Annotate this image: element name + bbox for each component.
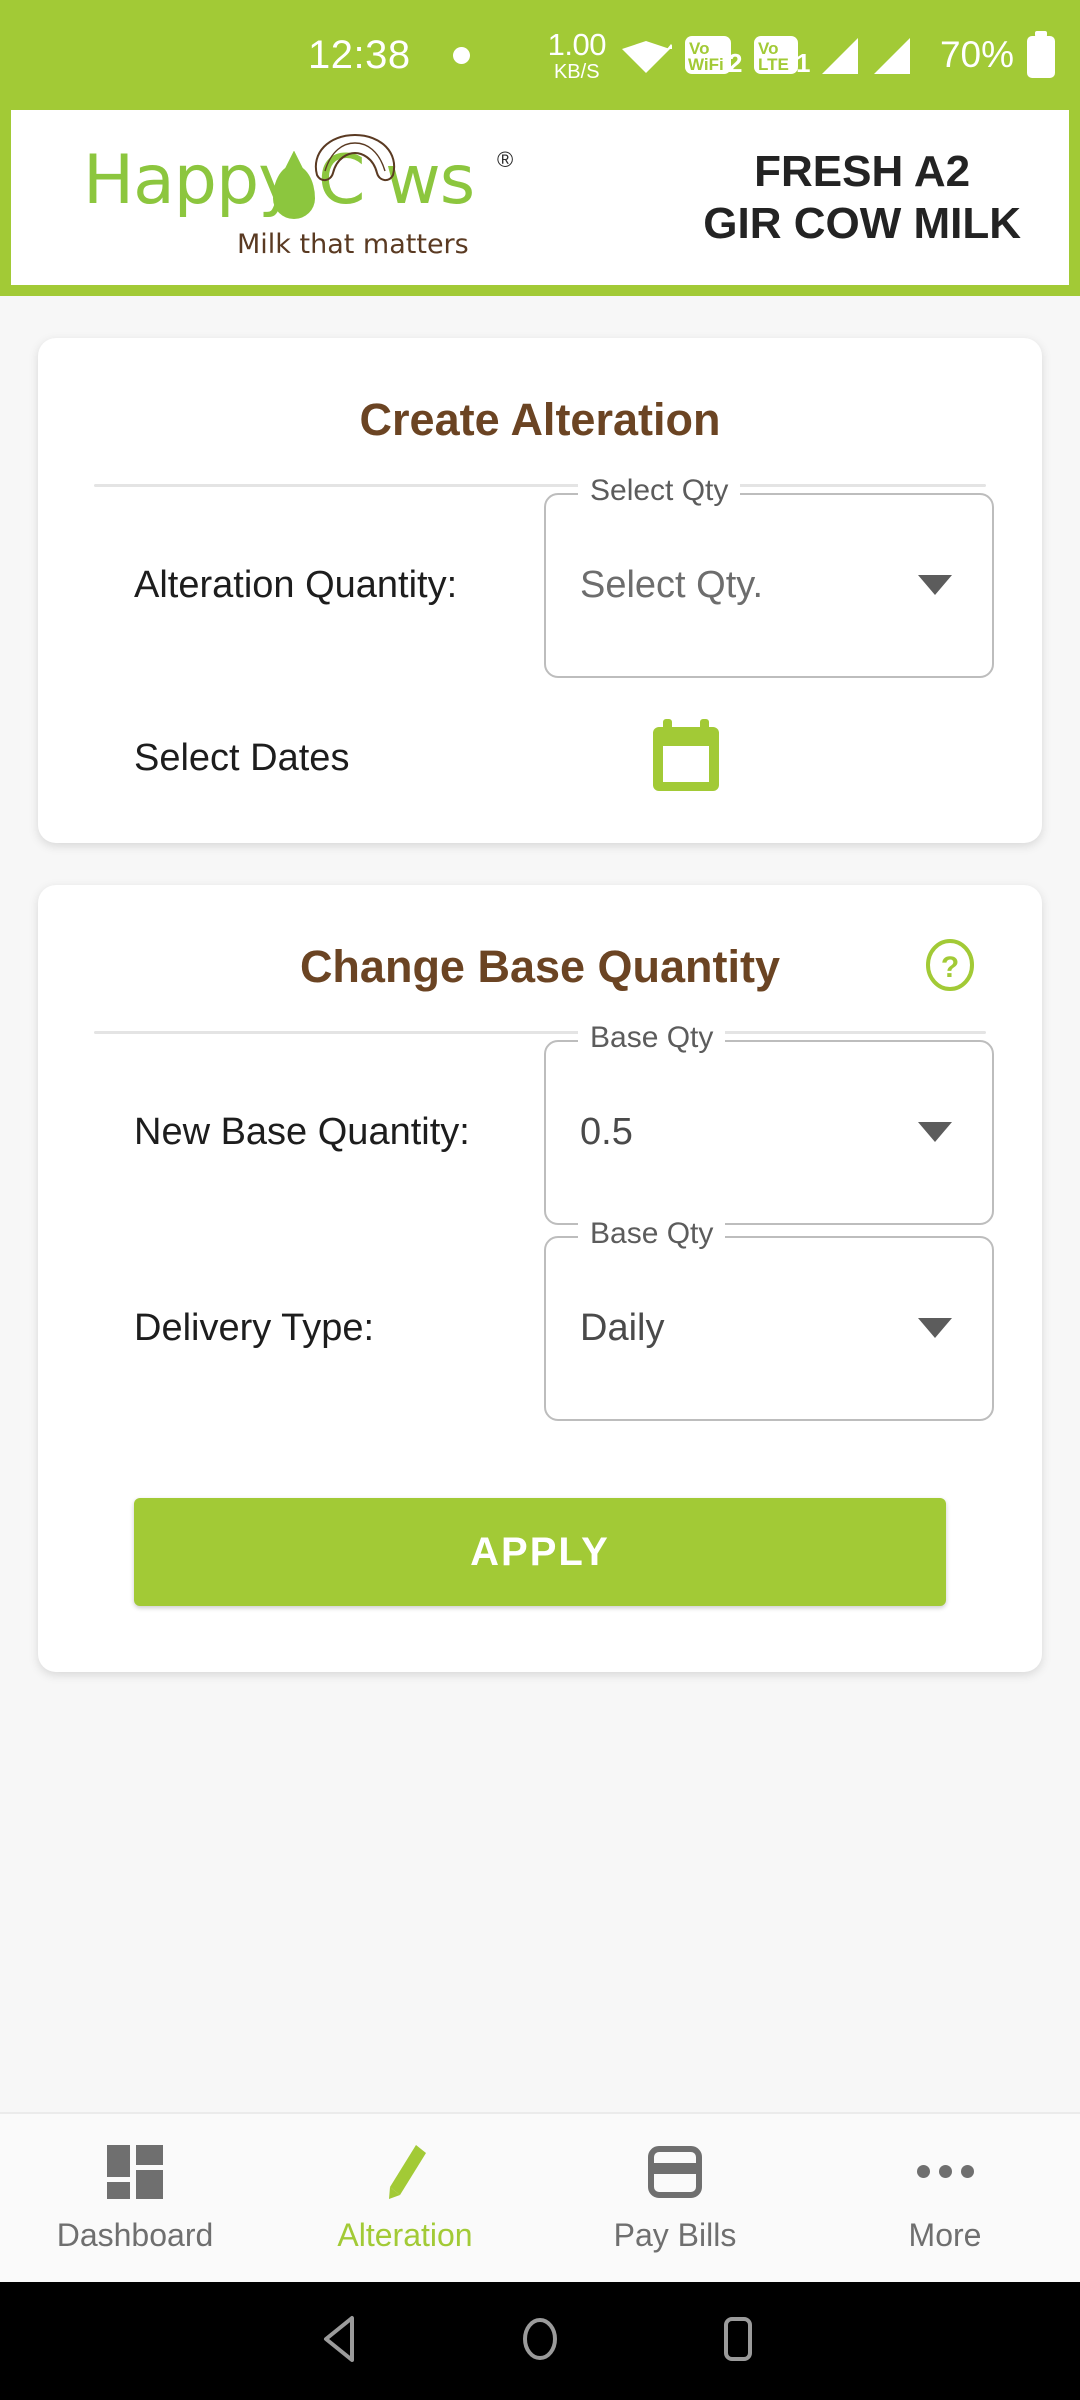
page-title-line1: FRESH A2 — [754, 146, 971, 196]
main-content: Create Alteration Alteration Quantity: S… — [0, 338, 1080, 1672]
android-system-navigation — [0, 2282, 1080, 2400]
alteration-quantity-row: Alteration Quantity: Select Qty Select Q… — [38, 473, 1042, 683]
chevron-down-icon-2 — [918, 1122, 952, 1142]
ellipsis-icon — [916, 2143, 974, 2201]
calendar-icon[interactable] — [650, 718, 722, 798]
new-base-quantity-select-wrapper: Base Qty 0.5 — [544, 1020, 994, 1225]
network-speed-unit: KB/S — [553, 60, 600, 83]
svg-text:2: 2 — [728, 48, 742, 78]
brand-logo: Happy C ws ® Milk that matters — [41, 123, 531, 273]
nav-label-dashboard: Dashboard — [56, 2216, 214, 2253]
registered-trademark-symbol: ® — [497, 146, 514, 172]
signal-bars-icon-2 — [872, 34, 920, 76]
android-back-slot — [243, 2314, 443, 2369]
new-base-quantity-row: New Base Quantity: Base Qty 0.5 — [38, 1020, 1042, 1230]
status-bar: 12:38 1.00 KB/S Vo WiFi 2 Vo LTE 1 70% — [0, 0, 1080, 110]
android-recents-slot — [638, 2314, 838, 2369]
select-dates-row: Select Dates — [38, 683, 1042, 833]
new-base-quantity-float-label: Base Qty — [578, 1020, 726, 1055]
apply-button[interactable]: APPLY — [134, 1498, 946, 1606]
create-alteration-title: Create Alteration — [359, 394, 721, 445]
nav-label-pay-bills: Pay Bills — [613, 2216, 737, 2253]
alteration-quantity-value: Select Qty. — [580, 563, 764, 606]
bottom-navigation-bar: Dashboard Alteration Pay Bills More — [0, 2112, 1080, 2282]
new-base-quantity-label: New Base Quantity: — [134, 1110, 470, 1153]
nav-item-dashboard[interactable]: Dashboard — [0, 2143, 270, 2254]
page-title: FRESH A2 GIR COW MILK — [703, 146, 1035, 250]
delivery-type-row: Delivery Type: Base Qty Daily — [38, 1216, 1042, 1426]
delivery-type-label: Delivery Type: — [134, 1306, 375, 1349]
alteration-quantity-select-wrapper: Select Qty Select Qty. — [544, 473, 994, 678]
nav-item-alteration[interactable]: Alteration — [270, 2143, 540, 2254]
network-speed-value: 1.00 — [547, 26, 607, 62]
cow-horn-icon — [309, 131, 401, 185]
nav-item-more[interactable]: More — [810, 2143, 1080, 2254]
delivery-type-select[interactable]: Daily — [544, 1235, 994, 1421]
credit-card-icon — [648, 2143, 702, 2201]
alteration-quantity-select[interactable]: Select Qty. — [544, 492, 994, 678]
nav-label-alteration: Alteration — [337, 2216, 473, 2253]
page-title-line2: GIR COW MILK — [703, 198, 1021, 248]
delivery-type-float-label: Base Qty — [578, 1216, 726, 1251]
change-base-quantity-header: Change Base Quantity ? — [38, 885, 1042, 993]
delivery-type-value: Daily — [580, 1306, 665, 1349]
recents-square-icon[interactable] — [715, 2314, 761, 2369]
change-base-quantity-title: Change Base Quantity — [299, 941, 781, 992]
chevron-down-icon-3 — [918, 1318, 952, 1338]
create-alteration-header: Create Alteration — [38, 338, 1042, 446]
android-home-slot — [443, 2314, 638, 2369]
volte-wifi-icon: Vo WiFi 2 — [684, 30, 746, 80]
battery-icon — [1024, 31, 1058, 79]
notification-dot-icon — [452, 46, 470, 64]
create-alteration-card: Create Alteration Alteration Quantity: S… — [38, 338, 1042, 843]
nav-item-pay-bills[interactable]: Pay Bills — [540, 2143, 810, 2254]
status-bar-clock: 12:38 — [307, 32, 411, 77]
svg-text:1: 1 — [796, 48, 810, 78]
grid-icon — [107, 2143, 163, 2201]
svg-text:?: ? — [941, 951, 959, 984]
volte-lte-icon: Vo LTE 1 — [753, 30, 813, 80]
pencil-icon — [380, 2143, 430, 2201]
app-header: Happy C ws ® Milk that matters FRESH A2 … — [0, 110, 1080, 296]
svg-text:WiFi: WiFi — [688, 55, 724, 74]
new-base-quantity-value: 0.5 — [580, 1110, 633, 1153]
signal-bars-icon — [820, 34, 868, 76]
apply-button-wrapper: APPLY — [38, 1426, 1042, 1662]
delivery-type-select-wrapper: Base Qty Daily — [544, 1216, 994, 1421]
new-base-quantity-select[interactable]: 0.5 — [544, 1039, 994, 1225]
battery-percent-label: 70% — [939, 34, 1014, 75]
change-base-quantity-card: Change Base Quantity ? New Base Quantity… — [38, 885, 1042, 1672]
chevron-down-icon — [918, 575, 952, 595]
alteration-quantity-label: Alteration Quantity: — [134, 563, 458, 606]
select-dates-label: Select Dates — [134, 736, 350, 779]
home-circle-icon[interactable] — [517, 2314, 563, 2369]
select-dates-control — [544, 718, 994, 798]
help-circle-icon[interactable]: ? — [924, 939, 976, 991]
wifi-icon — [620, 35, 672, 75]
svg-text:LTE: LTE — [758, 55, 789, 74]
network-speed-indicator: 1.00 KB/S — [547, 26, 607, 83]
back-triangle-icon[interactable] — [320, 2314, 366, 2369]
alteration-quantity-float-label: Select Qty — [578, 473, 741, 508]
brand-tagline: Milk that matters — [237, 228, 469, 260]
nav-label-more: More — [908, 2216, 982, 2253]
